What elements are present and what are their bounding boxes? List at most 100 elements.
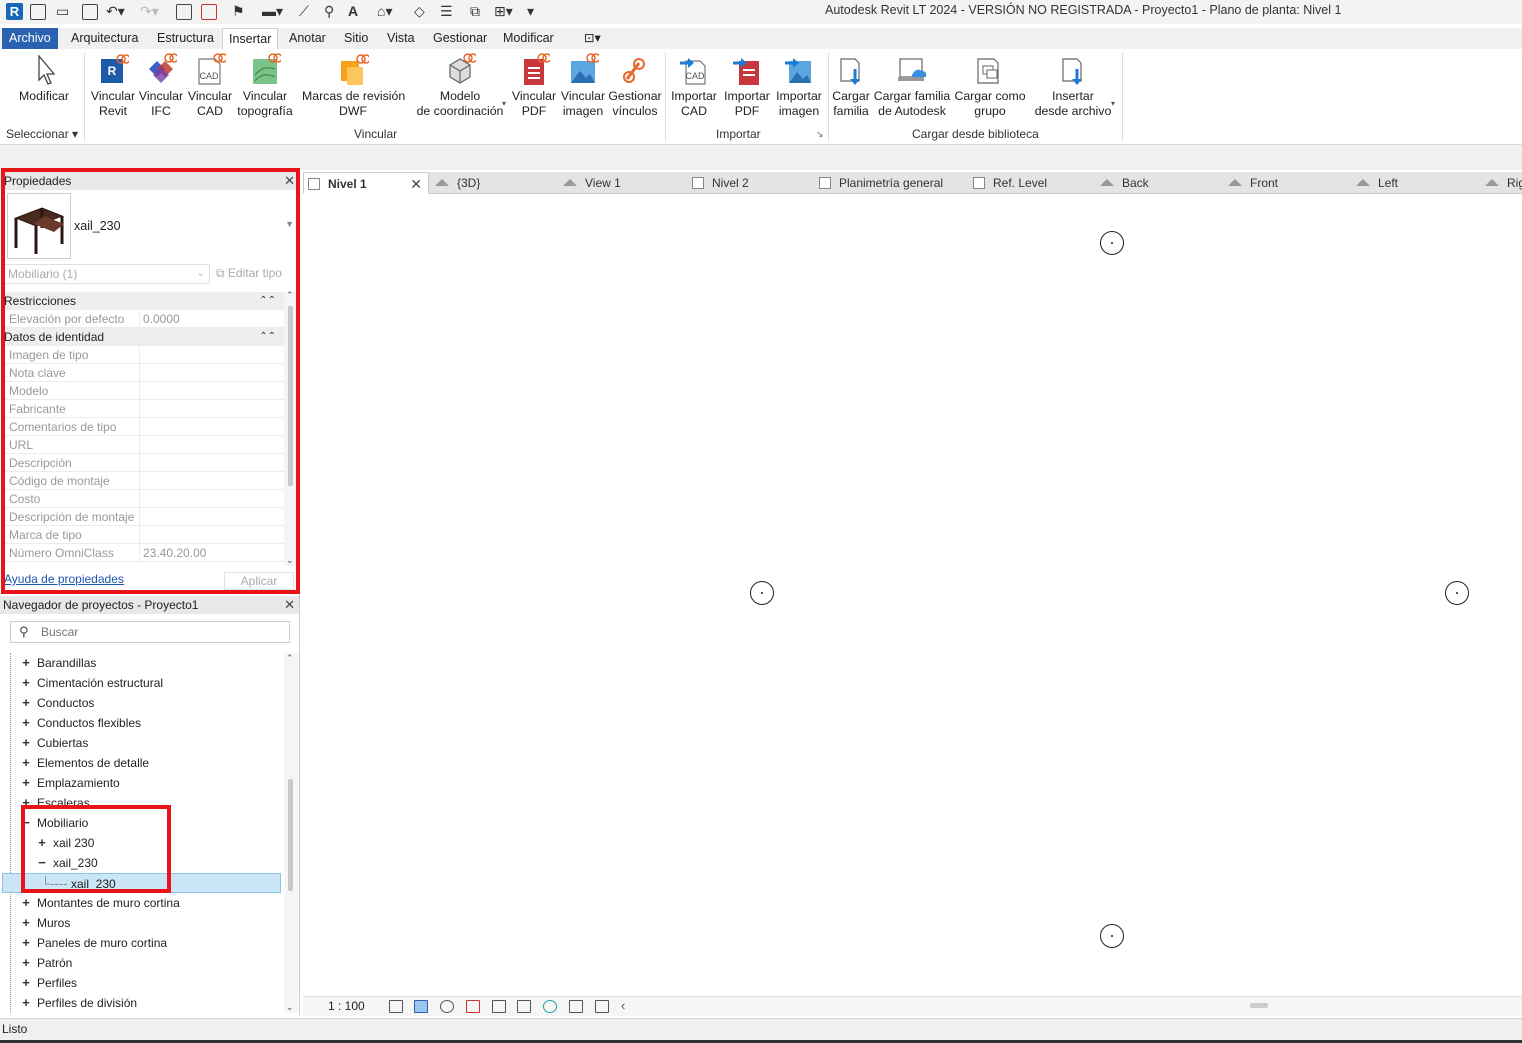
sun-path-icon[interactable] [440,1000,454,1013]
analytical-model-icon[interactable] [595,1000,609,1013]
edit-type-button[interactable]: ⧉ Editar tipo [216,266,282,281]
recent-files-icon[interactable] [30,4,46,20]
properties-scrollbar[interactable]: ⌃ ⌄ [284,290,298,566]
insertar-desde-archivo-dropdown-icon[interactable]: ▾ [1111,99,1115,108]
property-row[interactable]: Nota clave [4,364,284,382]
tab-arquitectura[interactable]: Arquitectura [65,28,144,49]
temporary-hide-icon[interactable] [569,1000,583,1013]
view-tab-right[interactable]: Rig [1485,172,1522,194]
tab-modificar[interactable]: Modificar [497,28,560,49]
save-icon[interactable] [82,4,98,20]
properties-help-link[interactable]: Ayuda de propiedades [4,572,124,586]
undo-icon[interactable]: ↶▾ [106,3,125,19]
apply-button[interactable]: Aplicar [224,572,294,590]
tab-vista[interactable]: Vista [381,28,421,49]
property-row[interactable]: Comentarios de tipo [4,418,284,436]
close-icon[interactable]: ✕ [284,596,295,614]
seleccionar-panel-label[interactable]: Seleccionar ▾ [6,127,78,141]
type-selector[interactable]: xail_230 ▼ [4,193,296,259]
3d-view-icon[interactable]: ⌂▾ [377,3,392,19]
vincular-cad-button[interactable]: CAD Vincular CAD [186,53,234,119]
tab-sitio[interactable]: Sitio [338,28,374,49]
property-row[interactable]: Fabricante [4,400,284,418]
section-icon[interactable]: ◇ [414,3,425,19]
view-tab-left[interactable]: Left [1356,172,1398,194]
view-tab-nivel-2[interactable]: Nivel 2 [692,172,749,194]
aligned-dimension-icon[interactable]: ⟋ [299,3,309,19]
measure-icon[interactable]: ▬▾ [262,3,283,19]
elevation-marker-north[interactable] [1100,231,1124,255]
vincular-pdf-button[interactable]: Vincular PDF [510,53,558,119]
tag-icon[interactable]: ⚲ [324,3,334,19]
browser-search-input[interactable] [41,624,281,640]
view-tab-back[interactable]: Back [1100,172,1149,194]
sync-icon[interactable]: ⚑ [232,3,245,19]
elevation-marker-south[interactable] [1100,924,1124,948]
view-tab-nivel-1[interactable]: Nivel 1 ✕ [303,172,429,194]
show-crop-icon[interactable] [517,1000,531,1013]
text-icon[interactable]: A [348,3,358,19]
view-scale[interactable]: 1 : 100 [328,999,365,1013]
visual-style-icon[interactable] [414,1000,428,1013]
importar-launcher-icon[interactable]: ↘ [816,129,824,140]
view-tab-planimetria[interactable]: Planimetría general [819,172,943,194]
detail-level-icon[interactable] [389,1000,403,1013]
customize-qat-icon[interactable]: ▾ [527,3,534,19]
close-icon[interactable]: ✕ [410,173,422,195]
property-row[interactable]: Marca de tipo [4,526,284,544]
collapse-icon[interactable]: ⌃⌃ [259,292,276,310]
tab-archivo[interactable]: Archivo [2,28,58,49]
property-row[interactable]: Descripción de montaje [4,508,284,526]
gestionar-vinculos-button[interactable]: Gestionar vínculos [608,53,662,119]
tab-estructura[interactable]: Estructura [151,28,220,49]
revit-logo-icon[interactable]: R [6,3,23,20]
type-dropdown-icon[interactable]: ▼ [285,219,294,229]
view-tab-front[interactable]: Front [1228,172,1278,194]
elevation-marker-east[interactable] [1445,581,1469,605]
redo-icon[interactable]: ↷▾ [140,3,159,19]
horizontal-scroll-thumb[interactable] [1250,1003,1268,1008]
insertar-desde-archivo-button[interactable]: Insertar desde archivo [1034,53,1112,119]
modelo-coordinacion-dropdown-icon[interactable]: ▾ [502,99,506,108]
vincular-topografia-button[interactable]: Vincular topografía [234,53,296,119]
category-datos-identidad[interactable]: Datos de identidad ⌃⌃ [4,328,284,346]
reveal-hidden-icon[interactable] [543,1000,557,1013]
marcas-revision-dwf-button[interactable]: Marcas de revisión DWF [302,53,405,119]
cargar-como-grupo-button[interactable]: Cargar como grupo [952,53,1028,119]
close-hidden-icon[interactable]: ⧉ [470,3,480,19]
vincular-imagen-button[interactable]: Vincular imagen [558,53,608,119]
importar-cad-button[interactable]: CAD Importar CAD [668,53,720,119]
tab-insertar[interactable]: Insertar [222,28,279,49]
open-icon[interactable]: ▭ [56,3,69,19]
vincular-revit-button[interactable]: R Vincular Revit [88,53,138,119]
cargar-familia-button[interactable]: Cargar familia [830,53,872,119]
close-icon[interactable]: ✕ [284,172,295,190]
tree-item-type-xail_230[interactable]: └---- xail_230 [2,873,281,893]
crop-view-icon[interactable] [492,1000,506,1013]
thin-lines-icon[interactable]: ☰ [440,3,453,19]
contextual-dropdown-icon[interactable]: ⊡▾ [578,28,607,49]
cargar-familia-autodesk-button[interactable]: Cargar familia de Autodesk [872,53,952,119]
tab-gestionar[interactable]: Gestionar [427,28,493,49]
tab-anotar[interactable]: Anotar [283,28,332,49]
elevation-marker-west[interactable] [750,581,774,605]
view-tab-3d[interactable]: {3D} [435,172,480,194]
drawing-canvas[interactable] [303,195,1522,996]
instance-filter-select[interactable]: Mobiliario (1) ⌄ [4,264,210,284]
print-icon[interactable] [176,4,192,20]
property-row[interactable]: Costo [4,490,284,508]
view-tab-view-1[interactable]: View 1 [563,172,621,194]
category-restricciones[interactable]: Restricciones ⌃⌃ [4,292,284,310]
browser-scrollbar[interactable]: ⌃ ⌄ [284,653,298,1013]
property-row[interactable]: Elevación por defecto 0.0000 [4,310,284,328]
switch-windows-icon[interactable]: ⊞▾ [494,3,513,19]
property-row[interactable]: Descripción [4,454,284,472]
property-row[interactable]: URL [4,436,284,454]
vincular-ifc-button[interactable]: Vincular IFC [138,53,184,119]
importar-imagen-button[interactable]: Importar imagen [774,53,824,119]
view-tab-ref-level[interactable]: Ref. Level [973,172,1047,194]
scroll-left-icon[interactable]: ‹ [621,998,625,1013]
modelo-coordinacion-button[interactable]: Modelo de coordinación [412,53,508,119]
modificar-button[interactable]: Modificar [14,53,74,104]
export-icon[interactable] [201,4,217,20]
